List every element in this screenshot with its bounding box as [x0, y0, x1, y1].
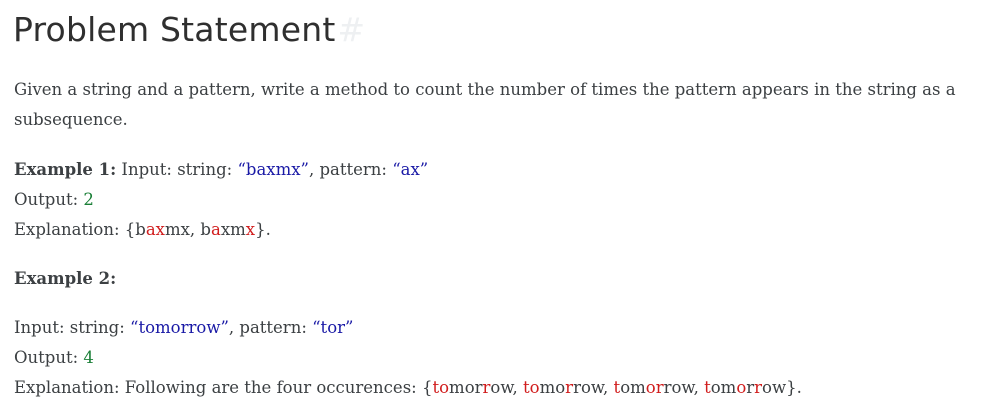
example-1-input-label: Input: string:	[116, 160, 238, 179]
example-2-segment-text-8: row,	[573, 378, 614, 397]
heading-anchor-link[interactable]: #	[337, 10, 365, 49]
example-1-explanation-label: Explanation:	[14, 220, 125, 239]
example-1-segment-highlight-1: ax	[145, 220, 165, 239]
problem-page: Problem Statement# Given a string and a …	[0, 0, 989, 406]
example-2-heading: Example 2:	[14, 269, 117, 288]
example-2-pattern-label: , pattern:	[228, 318, 313, 337]
example-1-explanation-line: Explanation: {baxmx, baxmx}.	[14, 219, 271, 241]
example-2-segment-highlight-17: r	[754, 378, 763, 397]
example-1-output-line: Output: 2	[14, 189, 94, 211]
example-2-explanation-line: Explanation: Following are the four occu…	[14, 377, 802, 399]
example-2-explanation-label: Explanation: Following are the four occu…	[14, 378, 422, 397]
example-2-segment-text-14: om	[710, 378, 737, 397]
example-1-segment-text-2: mx, b	[164, 220, 211, 239]
example-2-segment-text-0: {	[421, 378, 433, 397]
example-2-segment-text-16: r	[746, 378, 755, 397]
page-title: Problem Statement#	[13, 8, 365, 52]
example-2-segment-highlight-15: o	[736, 378, 747, 397]
example-1-pattern: “ax”	[392, 160, 429, 179]
example-1-segment-text-0: {b	[124, 220, 146, 239]
example-2-pattern: “tor”	[312, 318, 354, 337]
example-2-explanation: {tomorrow, tomorrow, tomorrow, tomorrow}…	[422, 378, 802, 397]
example-1-input-line: Example 1: Input: string: “baxmx”, patte…	[14, 159, 428, 181]
example-2-output-label: Output:	[14, 348, 84, 367]
example-2-segment-highlight-7: r	[565, 378, 574, 397]
example-2-segment-text-2: mor	[449, 378, 483, 397]
example-1-output-label: Output:	[14, 190, 84, 209]
example-2-input-label: Input: string:	[14, 318, 131, 337]
example-1-explanation: {baxmx, baxmx}.	[125, 220, 271, 239]
example-2-segment-text-6: mo	[539, 378, 566, 397]
example-2-segment-text-10: om	[620, 378, 646, 397]
problem-description: Given a string and a pattern, write a me…	[14, 80, 956, 129]
example-1-segment-highlight-5: x	[245, 220, 256, 239]
example-2-segment-highlight-11: or	[645, 378, 664, 397]
example-2-segment-text-4: ow,	[490, 378, 523, 397]
example-2-segment-highlight-5: to	[523, 378, 540, 397]
example-2-segment-text-18: ow}.	[762, 378, 802, 397]
example-1-segment-text-4: xm	[220, 220, 246, 239]
example-1-string: “baxmx”	[237, 160, 309, 179]
example-2-segment-text-12: row,	[663, 378, 705, 397]
title-text: Problem Statement	[13, 10, 336, 49]
example-1-segment-text-6: }.	[255, 220, 271, 239]
example-2-output-line: Output: 4	[14, 347, 94, 369]
example-2-input-line: Input: string: “tomorrow”, pattern: “tor…	[14, 317, 353, 339]
example-1-output-value: 2	[83, 190, 94, 209]
example-1-segment-highlight-3: a	[211, 220, 221, 239]
example-2-string: “tomorrow”	[130, 318, 229, 337]
example-1-pattern-label: , pattern:	[309, 160, 393, 179]
example-2-segment-highlight-1: to	[432, 378, 450, 397]
example-2-output-value: 4	[83, 348, 94, 367]
example-2-heading-line: Example 2:	[14, 268, 116, 290]
example-2-segment-highlight-13: t	[704, 378, 711, 397]
example-1-heading: Example 1:	[14, 160, 117, 179]
